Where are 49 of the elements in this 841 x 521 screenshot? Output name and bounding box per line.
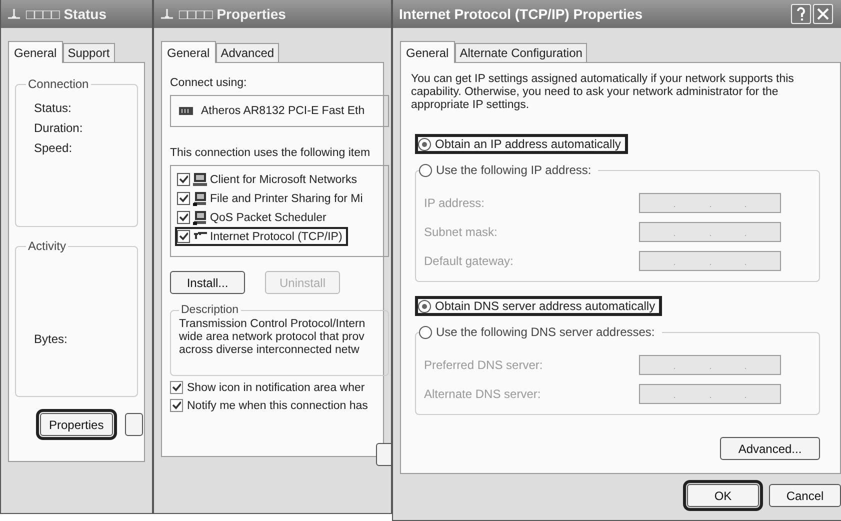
description-text: wide area network protocol that prov xyxy=(179,331,366,344)
tab[interactable]: Support xyxy=(62,43,115,62)
window-title: □□□□ Properties xyxy=(179,6,286,22)
field-label: Status: xyxy=(34,101,72,115)
item-label: Client for Microsoft Networks xyxy=(210,174,357,186)
instruction-text: You can get IP settings assigned automatically if your network supports this capability. Otherwise, you need to ask your network administrator for the appropriate IP settings. xyxy=(411,73,795,112)
item-label: Internet Protocol (TCP/IP) xyxy=(210,230,342,242)
tab[interactable]: Advanced xyxy=(216,43,280,62)
radio-option[interactable]: Obtain an IP address automatically xyxy=(415,134,628,154)
radio-option[interactable]: Obtain DNS server address automatically xyxy=(415,296,662,316)
field-label: Alternate DNS server: xyxy=(424,387,541,401)
field-label: Connect using: xyxy=(170,77,247,89)
field-label: This connection uses the following item xyxy=(170,147,370,159)
tab[interactable]: Alternate Configuration xyxy=(454,43,588,62)
description-text: across diverse interconnected netw xyxy=(179,344,360,357)
radio-label: Use the following DNS server addresses: xyxy=(436,325,655,339)
radio-label: Obtain an IP address automatically xyxy=(435,137,621,151)
install-button[interactable]: Install... xyxy=(170,271,245,294)
radio-label: Obtain DNS server address automatically xyxy=(435,299,656,313)
field-label: Speed: xyxy=(34,141,74,155)
field-label: Subnet mask: xyxy=(424,225,498,239)
item-label: QoS Packet Scheduler xyxy=(210,212,326,224)
advanced-button[interactable]: Advanced... xyxy=(720,437,820,460)
window-title: Internet Protocol (TCP/IP) Properties xyxy=(399,6,642,22)
list-item[interactable]: File and Printer Sharing for Mi xyxy=(175,189,369,208)
list-item[interactable]: Client for Microsoft Networks xyxy=(175,170,363,189)
radio-label: Use the following IP address: xyxy=(436,163,592,177)
field-label: IP address: xyxy=(424,196,484,210)
group-label: Activity xyxy=(28,239,66,253)
radio-option[interactable]: Use the following DNS server addresses: xyxy=(416,322,662,342)
checkbox-label: Notify me when this connection has xyxy=(187,400,368,412)
list-item[interactable]: Internet Protocol (TCP/IP) xyxy=(175,227,348,246)
radio-option[interactable]: Use the following IP address: xyxy=(416,160,598,180)
tab[interactable]: General xyxy=(400,41,455,63)
adapter-name: Atheros AR8132 PCI-E Fast Eth xyxy=(201,105,365,117)
field-label: Preferred DNS server: xyxy=(424,358,543,372)
cancel-button[interactable]: Cancel xyxy=(769,484,841,507)
item-label: File and Printer Sharing for Mi xyxy=(210,192,363,204)
window-title: □□□□ Status xyxy=(26,6,106,22)
description-text: Transmission Control Protocol/Intern xyxy=(179,318,366,331)
list-item[interactable]: QoS Packet Scheduler xyxy=(175,208,332,227)
group-label: Description xyxy=(181,304,239,316)
field-label: Bytes: xyxy=(34,332,68,346)
field-label: Duration: xyxy=(34,121,84,135)
group-label: Connection xyxy=(28,77,89,91)
checkbox-label: Show icon in notification area wher xyxy=(187,382,365,394)
field-label: Default gateway: xyxy=(424,254,514,268)
tab[interactable]: General xyxy=(8,41,63,63)
tab[interactable]: General xyxy=(161,41,216,63)
